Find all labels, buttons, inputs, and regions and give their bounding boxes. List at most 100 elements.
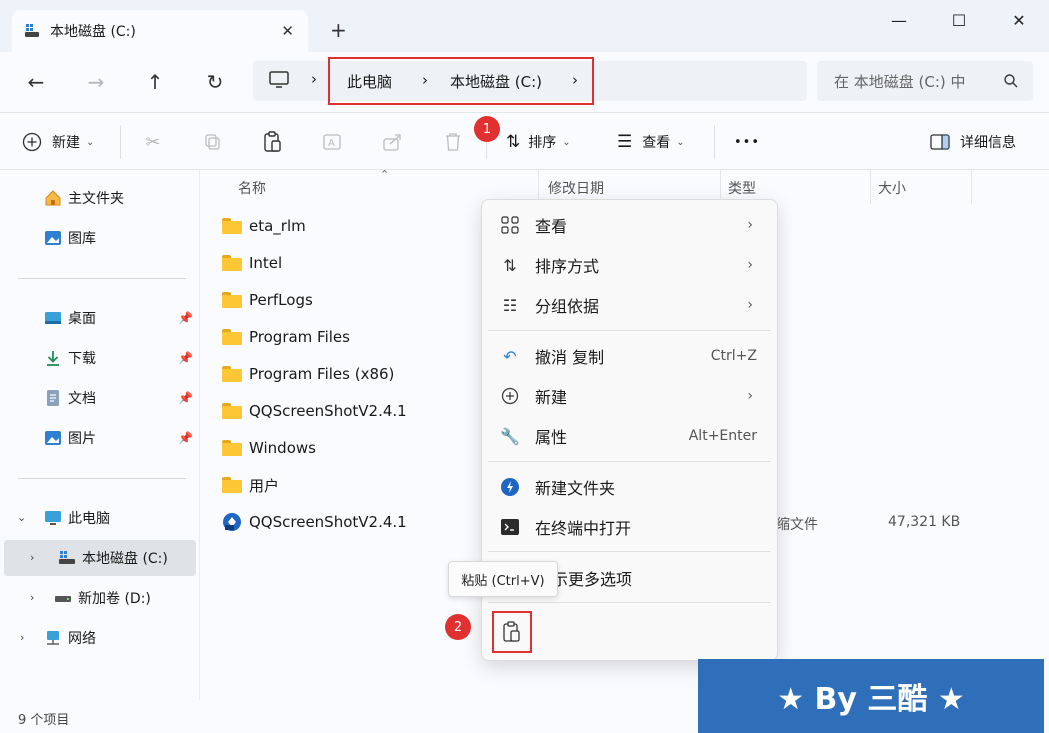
navigation-bar: ← → ↑ ↻ › 此电脑 › 本地磁盘 (C:) › 在 本地磁盘 (C:) … (0, 52, 1049, 112)
paste-icon[interactable] (262, 131, 284, 153)
search-input[interactable]: 在 本地磁盘 (C:) 中 (817, 61, 1033, 101)
maximize-button[interactable]: ☐ (929, 0, 989, 40)
list-item[interactable]: Intel (222, 248, 282, 278)
divider (488, 461, 771, 462)
copy-icon[interactable] (202, 131, 224, 153)
sidebar-label: 网络 (68, 631, 96, 647)
group-list-icon: ☷ (502, 295, 518, 315)
menu-item-view[interactable]: 查看 › (482, 207, 777, 243)
list-item[interactable]: eta_rlm (222, 211, 306, 241)
details-pane-icon (930, 134, 950, 150)
cut-icon[interactable]: ✂ (142, 131, 164, 153)
list-item[interactable]: PerfLogs (222, 285, 313, 315)
column-header-size[interactable]: 大小 (878, 178, 906, 198)
expand-chevron-icon[interactable]: › (30, 551, 34, 564)
pin-icon[interactable]: 📌 (178, 351, 193, 365)
sidebar-label: 主文件夹 (68, 191, 124, 207)
expand-chevron-icon[interactable]: › (30, 591, 34, 604)
sidebar-item-this-pc[interactable]: 此电脑 (0, 500, 196, 536)
folder-icon (222, 366, 242, 382)
list-item[interactable]: QQScreenShotV2.4.1 (222, 507, 407, 537)
breadcrumb-local-disk[interactable]: 本地磁盘 (C:) (450, 71, 542, 92)
paste-icon (503, 621, 520, 642)
view-label: 查看 (642, 135, 671, 151)
sidebar-label: 桌面 (68, 311, 96, 327)
svg-text:A: A (328, 138, 335, 149)
download-icon (47, 351, 59, 366)
divider (714, 125, 715, 159)
close-button[interactable]: ✕ (989, 0, 1049, 40)
menu-item-new-folder[interactable]: 新建文件夹 (482, 469, 777, 505)
menu-item-properties[interactable]: 🔧 属性 Alt+Enter (482, 418, 777, 454)
new-button[interactable]: 新建 ⌄ (22, 128, 94, 156)
grid-icon (500, 215, 520, 235)
folder-icon (222, 329, 242, 345)
breadcrumb-separator[interactable]: › (422, 71, 428, 89)
column-header-name[interactable]: 名称 (238, 178, 266, 198)
sidebar-item-network[interactable]: › 网络 (0, 620, 196, 656)
pin-icon[interactable]: 📌 (178, 431, 193, 445)
share-icon[interactable] (382, 131, 404, 153)
expand-chevron-icon[interactable]: › (20, 631, 24, 644)
column-divider[interactable] (971, 170, 972, 204)
sidebar-item-home[interactable]: 主文件夹 (0, 180, 196, 216)
minimize-button[interactable]: — (869, 0, 929, 40)
file-name: PerfLogs (249, 291, 313, 309)
forward-button[interactable]: → (80, 66, 112, 98)
sidebar-item-drive-c[interactable]: › 本地磁盘 (C:) (4, 540, 196, 576)
new-folder-icon (500, 477, 520, 497)
menu-item-sort-by[interactable]: ⇅ 排序方式 › (482, 247, 777, 283)
delete-icon[interactable] (442, 131, 464, 153)
breadcrumb: 此电脑 › 本地磁盘 (C:) › (328, 57, 594, 105)
column-header-type[interactable]: 类型 (728, 178, 756, 198)
tab-title: 本地磁盘 (C:) (50, 24, 136, 40)
list-item[interactable]: Windows (222, 433, 316, 463)
breadcrumb-separator[interactable]: › (572, 71, 578, 89)
this-pc-icon (45, 511, 61, 525)
list-item[interactable]: 用户 (222, 470, 279, 500)
breadcrumb-this-pc[interactable]: 此电脑 (347, 71, 392, 92)
list-item[interactable]: Program Files (x86) (222, 359, 394, 389)
more-options-button[interactable]: ••• (734, 128, 760, 156)
pin-icon[interactable]: 📌 (178, 391, 193, 405)
sidebar-item-documents[interactable]: 文档 📌 (0, 380, 196, 416)
tab-local-disk[interactable]: 本地磁盘 (C:) ✕ (12, 10, 308, 52)
column-header-modified[interactable]: 修改日期 (548, 178, 604, 198)
menu-item-group-by[interactable]: ☷ 分组依据 › (482, 287, 777, 323)
refresh-button[interactable]: ↻ (199, 66, 231, 98)
new-tab-button[interactable]: + (330, 20, 347, 40)
document-icon (47, 390, 59, 406)
column-divider[interactable] (870, 170, 871, 204)
sidebar-item-gallery[interactable]: 图库 (0, 220, 196, 256)
sidebar-item-drive-d[interactable]: › 新加卷 (D:) (0, 580, 196, 616)
step-badge-2: 2 (445, 614, 471, 640)
sidebar-item-downloads[interactable]: 下载 📌 (0, 340, 196, 376)
back-button[interactable]: ← (20, 66, 52, 98)
breadcrumb-separator[interactable]: › (311, 70, 317, 88)
paste-button[interactable] (492, 611, 532, 653)
menu-item-open-terminal[interactable]: 在终端中打开 (482, 509, 777, 545)
folder-icon (222, 477, 242, 493)
sort-button[interactable]: ⇅ 排序 ⌄ (506, 128, 571, 156)
list-item[interactable]: Program Files (222, 322, 350, 352)
plus-circle-icon (500, 386, 520, 406)
menu-item-new[interactable]: 新建 › (482, 378, 777, 414)
menu-item-undo-copy[interactable]: ↶ 撤消 复制 Ctrl+Z (482, 338, 777, 374)
up-button[interactable]: ↑ (139, 66, 171, 98)
details-pane-button[interactable]: 详细信息 (930, 128, 1016, 156)
address-bar[interactable]: › 此电脑 › 本地磁盘 (C:) › (253, 57, 807, 105)
view-button[interactable]: ☰ 查看 ⌄ (617, 128, 685, 156)
rename-icon[interactable]: A (322, 131, 344, 153)
title-bar: 本地磁盘 (C:) ✕ + — ☐ ✕ (0, 0, 1049, 52)
sidebar-item-pictures[interactable]: 图片 📌 (0, 420, 196, 456)
drive-icon (24, 23, 40, 39)
command-bar: 新建 ⌄ ✂ A 1 ⇅ 排序 ⌄ ☰ 查看 ⌄ ••• 详细信息 (0, 112, 1049, 170)
sidebar-item-desktop[interactable]: 桌面 📌 (0, 300, 196, 336)
list-item[interactable]: QQScreenShotV2.4.1 (222, 396, 407, 426)
tab-close-icon[interactable]: ✕ (281, 22, 294, 40)
pin-icon[interactable]: 📌 (178, 311, 193, 325)
sidebar-label: 本地磁盘 (C:) (82, 551, 168, 567)
divider (488, 330, 771, 331)
sidebar-label: 此电脑 (68, 511, 110, 527)
step-badge-1: 1 (474, 116, 500, 142)
